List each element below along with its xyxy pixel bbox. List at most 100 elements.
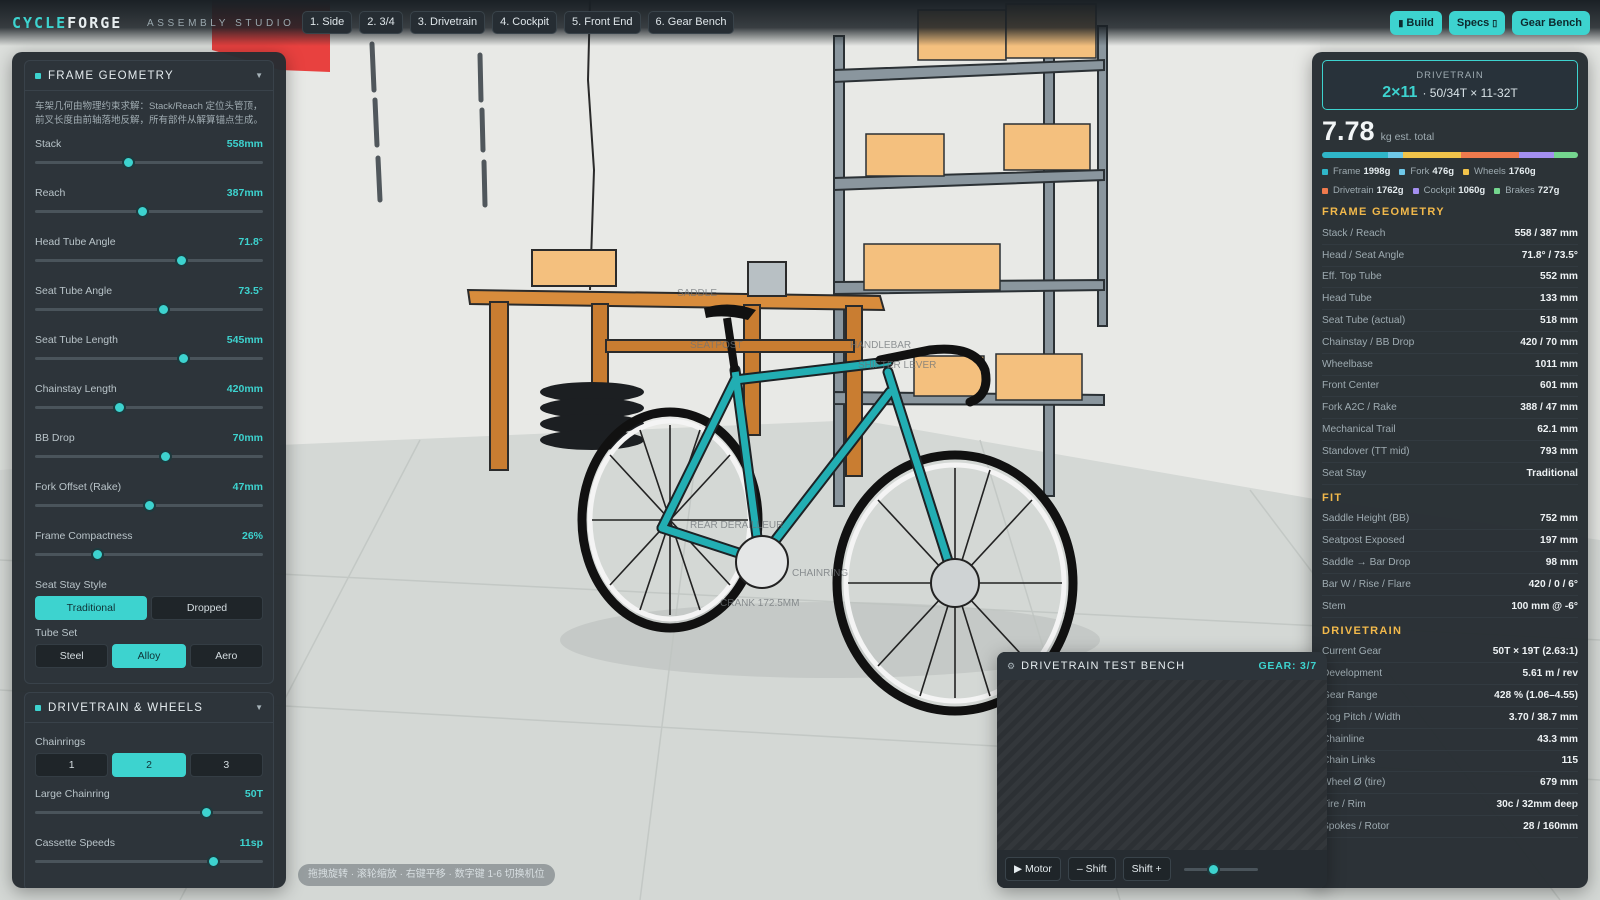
slider-thumb[interactable] [143,499,156,512]
spec-list: FRAME GEOMETRY Stack / Reach 558 / 387 mm H… [1322,201,1578,838]
slider-value: 47mm [232,481,263,493]
motor-speed-thumb[interactable] [1207,862,1221,876]
frame-geometry-description: 车架几何由物理约束求解：Stack/Reach 定位头管顶，前叉长度由前轴落地反… [35,101,264,126]
slider-label: Reach [35,187,66,199]
chainrings-option-2[interactable]: 2 [112,753,186,777]
seat-stay-option-dropped[interactable]: Dropped [151,596,263,620]
slider-label: Fork Offset (Rake) [35,481,122,493]
spec-row: Front Center 601 mm [1322,376,1578,398]
slider-track[interactable] [35,401,263,414]
spec-value: 98 mm [1545,557,1578,569]
chevron-down-icon[interactable]: ▼ [255,703,263,712]
drivetrain-summary: 2×11 · 50/34T × 11-32T [1323,84,1577,102]
spec-value: 133 mm [1540,293,1578,305]
spec-heading-drivetrain: DRIVETRAIN [1322,624,1403,637]
spec-heading-fit: FIT [1322,491,1343,504]
legend-weight: 1060g [1458,185,1486,196]
tab-view-gear-bench[interactable]: 6. Gear Bench [647,11,735,34]
bench-viewport[interactable] [997,680,1327,850]
slider-label: Chainstay Length [35,383,117,395]
slider-track[interactable] [35,806,263,819]
spec-row: Seat Tube (actual) 518 mm [1322,310,1578,332]
spec-heading-frame-geometry: FRAME GEOMETRY [1322,206,1445,218]
slider-seat-tube-angle: Seat Tube Angle 73.5° [35,281,263,330]
action-buttons: ▮ Build Specs ▯ Gear Bench [1390,11,1590,35]
spec-key: Current Gear [1322,646,1382,658]
motor-button[interactable]: ▶ Motor [1005,857,1061,881]
section-marker-icon [35,704,41,711]
tube-set-option-alloy[interactable]: Alloy [112,644,186,668]
tube-set-option-aero[interactable]: Aero [189,644,263,668]
bench-header: ⚙ DRIVETRAIN TEST BENCH GEAR: 3/7 [997,652,1327,680]
shift-down-button[interactable]: – Shift [1067,857,1116,881]
chevron-down-icon[interactable]: ▼ [255,71,263,80]
spec-row: Seatpost Exposed 197 mm [1322,530,1578,553]
legend-weight: 1760g [1508,166,1536,177]
spec-key: Seat Tube (actual) [1322,315,1406,327]
spec-value: 30c / 32mm deep [1496,799,1578,811]
slider-chainstay-length: Chainstay Length 420mm [35,379,263,428]
frame-geometry-section: FRAME GEOMETRY ▼ 车架几何由物理约束求解：Stack/Reach… [24,60,274,684]
slider-track[interactable] [35,499,263,512]
slider-thumb[interactable] [206,855,220,868]
spec-key: Eff. Top Tube [1322,271,1382,283]
scene-label-crank: CRANK 172.5MM [720,598,799,609]
slider-value: 420mm [226,383,263,395]
build-button-label: Build [1406,17,1434,29]
spec-key: Chain Links [1322,755,1376,767]
legend-item-wheels: Wheels 1760g [1463,163,1536,180]
motor-speed-slider[interactable] [1183,862,1258,876]
build-button[interactable]: ▮ Build [1390,11,1442,35]
slider-thumb[interactable] [113,401,127,414]
slider-track[interactable] [35,548,263,561]
spec-value: 679 mm [1540,777,1578,789]
spec-key: Gear Range [1322,690,1378,702]
spec-row: Wheelbase 1011 mm [1322,354,1578,376]
legend-weight: 476g [1432,166,1455,177]
drivetrain-test-bench: ⚙ DRIVETRAIN TEST BENCH GEAR: 3/7 ▶ Moto… [997,652,1327,888]
slider-value: 545mm [226,334,263,346]
app-logo: CYCLEFORGE [12,14,122,32]
tab-view-three-quarter[interactable]: 2. 3/4 [359,11,403,34]
slider-track[interactable] [35,254,263,267]
current-gear-indicator: GEAR: 3/7 [1258,660,1317,672]
shift-up-button[interactable]: Shift + [1122,857,1171,881]
slider-track[interactable] [35,855,263,868]
gear-bench-button[interactable]: Gear Bench [1512,11,1590,35]
tab-view-side[interactable]: 1. Side [302,11,353,34]
tab-view-front-end[interactable]: 5. Front End [564,11,641,34]
drivetrain-wheels-header[interactable]: DRIVETRAIN & WHEELS ▼ [25,693,273,723]
slider-thumb[interactable] [122,156,136,169]
slider-track[interactable] [35,450,263,463]
spec-key: Fork A2C / Rake [1322,402,1397,414]
spec-key: Head / Seat Angle [1322,249,1405,261]
tab-view-cockpit[interactable]: 4. Cockpit [492,11,557,34]
slider-thumb[interactable] [136,205,150,218]
slider-track[interactable] [35,205,263,218]
slider-track[interactable] [35,156,263,169]
brand-accent: CYCLE [12,14,68,32]
tube-set-option-steel[interactable]: Steel [35,644,109,668]
specs-button[interactable]: Specs ▯ [1448,11,1506,35]
spec-row: Saddle → Bar Drop 98 mm [1322,552,1578,574]
spec-value: 518 mm [1540,315,1578,327]
frame-geometry-header[interactable]: FRAME GEOMETRY ▼ [25,61,273,91]
chainrings-option-3[interactable]: 3 [189,753,263,777]
slider-track[interactable] [35,352,263,365]
weight-segment-wheels [1403,152,1462,158]
slider-thumb[interactable] [200,806,213,819]
tab-view-drivetrain[interactable]: 3. Drivetrain [409,11,486,34]
slider-thumb[interactable] [158,450,172,463]
spec-key: Cog Pitch / Width [1322,711,1401,723]
slider-track[interactable] [35,303,263,316]
slider-thumb[interactable] [90,548,104,561]
spec-key: Seat Stay [1322,467,1367,479]
spec-row: Stack / Reach 558 / 387 mm [1322,223,1578,245]
spec-value: 50T × 19T (2.63:1) [1492,646,1578,658]
seat-stay-option-traditional[interactable]: Traditional [35,596,147,620]
slider-thumb[interactable] [156,303,170,316]
chainrings-option-1[interactable]: 1 [35,753,109,777]
slider-thumb[interactable] [177,352,191,365]
spec-row: Wheel Ø (tire) 679 mm [1322,772,1578,795]
slider-thumb[interactable] [174,254,188,267]
